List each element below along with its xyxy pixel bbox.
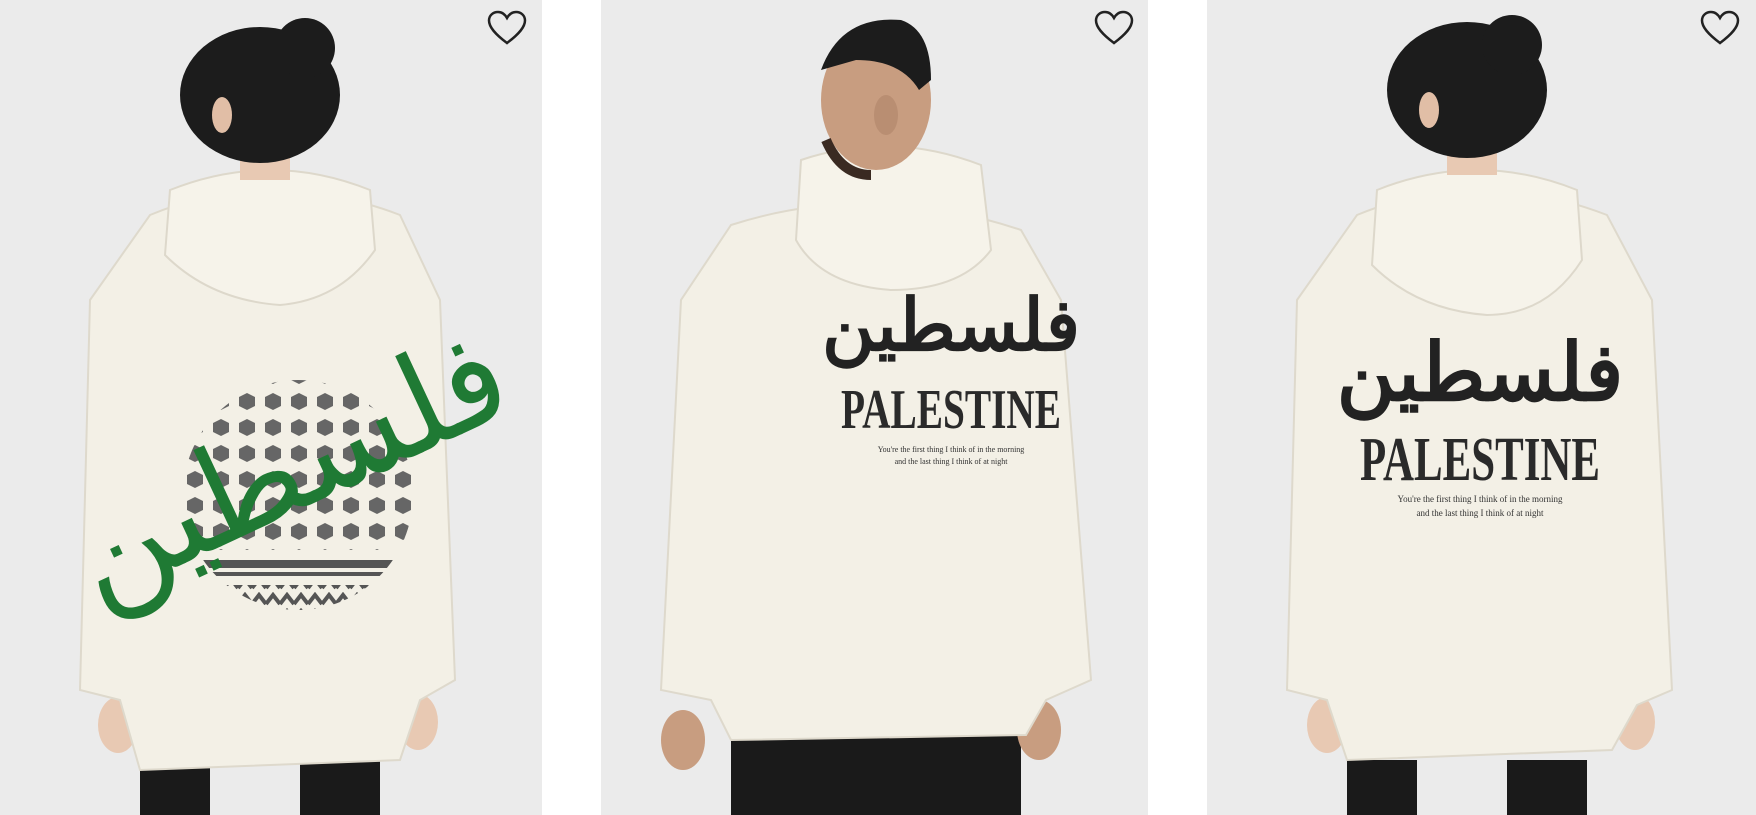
print-title: PALESTINE <box>1360 426 1600 494</box>
print-tagline-line1: You're the first thing I think of in the… <box>878 445 1025 454</box>
product-image[interactable]: فلسطين <box>0 0 542 815</box>
wishlist-button[interactable] <box>487 10 527 46</box>
product-image[interactable]: فلسطين PALESTINE You're the first thing … <box>601 0 1148 815</box>
heart-icon <box>1700 10 1740 45</box>
product-image[interactable]: فلسطين PALESTINE You're the first thing … <box>1207 0 1756 815</box>
wishlist-button[interactable] <box>1700 10 1740 46</box>
print-tagline-line2: and the last thing I think of at night <box>1417 508 1544 518</box>
product-card[interactable]: فلسطين <box>0 0 542 815</box>
print-title: PALESTINE <box>841 379 1061 441</box>
product-card[interactable]: فلسطين PALESTINE You're the first thing … <box>1207 0 1756 815</box>
heart-icon <box>1094 10 1134 45</box>
product-card[interactable]: فلسطين PALESTINE You're the first thing … <box>601 0 1148 815</box>
print-arabic: فلسطين <box>1337 330 1624 421</box>
wishlist-button[interactable] <box>1094 10 1134 46</box>
heart-icon <box>487 10 527 45</box>
print-tagline-line2: and the last thing I think of at night <box>895 457 1009 466</box>
print-tagline-line1: You're the first thing I think of in the… <box>1398 494 1563 504</box>
print-arabic: فلسطين <box>822 286 1080 369</box>
